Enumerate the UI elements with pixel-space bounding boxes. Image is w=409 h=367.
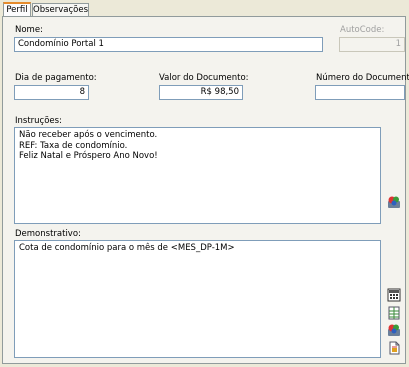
- dia-pagamento-field[interactable]: 8: [14, 85, 89, 100]
- instrucoes-line: Não receber após o vencimento.: [19, 130, 158, 140]
- instrucoes-line: REF: Taxa de condomínio.: [19, 140, 128, 151]
- tab-observacoes[interactable]: Observações: [32, 3, 89, 16]
- instrucoes-memo[interactable]: Não receber após o vencimento. REF: Taxa…: [14, 127, 381, 224]
- demonstrativo-memo[interactable]: Cota de condomínio para o mês de <MES_DP…: [14, 240, 381, 358]
- nome-field[interactable]: Condomínio Portal 1: [14, 37, 323, 52]
- perfil-panel: Nome: Condomínio Portal 1 AutoCode: 1 Di…: [2, 16, 409, 364]
- macro-variables-icon[interactable]: [387, 323, 401, 337]
- instrucoes-label: Instruções:: [15, 116, 62, 126]
- report-icon[interactable]: [387, 341, 401, 355]
- tab-perfil[interactable]: Perfil: [3, 2, 31, 17]
- numero-documento-label: Número do Documento:: [316, 73, 409, 83]
- numero-documento-field[interactable]: [315, 85, 405, 100]
- valor-documento-field[interactable]: R$ 98,50: [159, 85, 243, 100]
- calculator-icon[interactable]: [387, 288, 401, 302]
- nome-label: Nome:: [15, 25, 43, 35]
- dia-pagamento-label: Dia de pagamento:: [15, 73, 97, 83]
- demonstrativo-line: Cota de condomínio para o mês de <MES_DP…: [19, 243, 235, 253]
- demonstrativo-label: Demonstrativo:: [15, 229, 81, 239]
- instrucoes-line: Feliz Natal e Próspero Ano Novo!: [19, 151, 158, 161]
- autocode-label: AutoCode:: [340, 25, 385, 35]
- autocode-field: 1: [339, 37, 405, 52]
- macro-variables-icon[interactable]: [387, 195, 401, 209]
- spreadsheet-icon[interactable]: [387, 306, 401, 320]
- valor-documento-label: Valor do Documento:: [159, 73, 249, 83]
